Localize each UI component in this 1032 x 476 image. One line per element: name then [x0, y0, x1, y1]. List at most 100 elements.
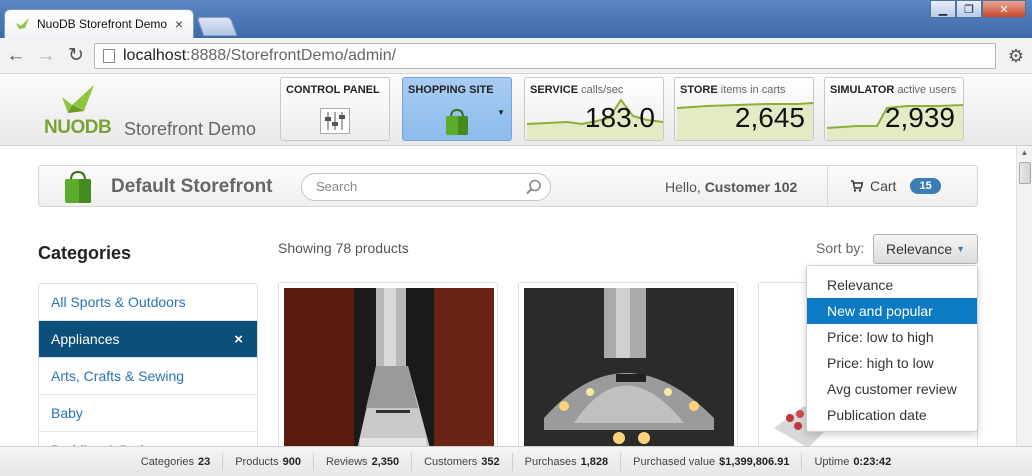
product-count: Showing 78 products: [278, 240, 409, 256]
page-icon: [103, 49, 115, 63]
url-text: localhost:8888/StorefrontDemo/admin/: [123, 47, 396, 65]
nuodb-logo[interactable]: NUODB Storefront Demo: [44, 83, 274, 141]
store-subtitle: items in carts: [720, 84, 786, 96]
stat-uptime: Uptime 0:23:42: [802, 453, 903, 471]
service-value: 183.0: [584, 102, 655, 133]
stat-value: $1,399,806.91: [719, 455, 790, 468]
stat-value: 0:23:42: [853, 455, 892, 468]
scroll-up-icon[interactable]: ▲: [1017, 146, 1032, 160]
category-item[interactable]: Baby: [39, 395, 257, 432]
stat-purchases: Purchases 1,828: [513, 452, 622, 471]
service-subtitle: calls/sec: [581, 84, 624, 96]
stat-customers: Customers 352: [412, 452, 513, 471]
store-tile[interactable]: STORE items in carts 2,645: [674, 77, 814, 141]
product-card[interactable]: [278, 282, 498, 463]
simulator-tile[interactable]: SIMULATOR active users 2,939: [824, 77, 964, 141]
sort-dropdown-button[interactable]: Relevance ▼: [873, 234, 978, 264]
bird-logo-icon: [62, 85, 94, 113]
stat-value: 1,828: [580, 455, 609, 468]
cart-label: Cart: [870, 178, 897, 194]
wrench-menu-icon[interactable]: ⚙: [1008, 46, 1024, 67]
search-box[interactable]: [301, 173, 551, 201]
categories-heading: Categories: [38, 243, 132, 263]
control-panel-title: CONTROL PANEL: [286, 84, 380, 96]
greeting-prefix: Hello,: [665, 179, 701, 195]
address-bar[interactable]: localhost:8888/StorefrontDemo/admin/: [94, 43, 996, 69]
store-title: STORE items in carts: [680, 84, 786, 96]
back-arrow-icon[interactable]: ←: [2, 42, 30, 70]
stat-value: 23: [197, 455, 211, 468]
cart-button[interactable]: Cart 15: [851, 178, 941, 194]
sort-option-new-and-popular[interactable]: New and popular: [807, 298, 977, 324]
simulator-title-text: SIMULATOR: [830, 84, 895, 96]
stat-products: Products 900: [223, 452, 314, 471]
url-path: :8888/StorefrontDemo/admin/: [186, 47, 397, 64]
window-controls: ▁ ❐ ✕: [930, 0, 1026, 18]
stat-value: 352: [481, 455, 500, 468]
cart-count-badge: 15: [910, 178, 941, 194]
simulator-value: 2,939: [884, 102, 955, 133]
simulator-subtitle: active users: [897, 84, 957, 96]
reload-icon[interactable]: ↻: [62, 42, 90, 70]
sort-option-relevance[interactable]: Relevance: [807, 272, 977, 298]
category-label: Appliances: [51, 331, 120, 347]
logo-text: Storefront Demo: [124, 119, 257, 139]
store-value: 2,645: [734, 102, 805, 133]
divider: [827, 166, 828, 206]
product-card[interactable]: [518, 282, 738, 463]
storefront-name: Default Storefront: [111, 176, 273, 197]
browser-tab[interactable]: NuoDB Storefront Demo ×: [4, 9, 194, 38]
shopping-bag-icon: [446, 108, 468, 135]
new-tab-button[interactable]: [196, 17, 238, 36]
sliders-icon: [320, 108, 350, 134]
minimize-button[interactable]: ▁: [930, 0, 956, 18]
product-image[interactable]: [284, 288, 494, 463]
product-image[interactable]: [524, 288, 734, 463]
chevron-down-icon[interactable]: ▼: [497, 108, 505, 117]
category-item[interactable]: Arts, Crafts & Sewing: [39, 358, 257, 395]
sort-option-publication-date[interactable]: Publication date: [807, 402, 977, 428]
vertical-scrollbar[interactable]: ▲: [1016, 146, 1032, 446]
shopping-site-tile[interactable]: SHOPPING SITE ▼: [402, 77, 512, 141]
status-bar: Categories 23 Products 900 Reviews 2,350 Cu…: [0, 446, 1032, 476]
service-tile[interactable]: SERVICE calls/sec 183.0: [524, 77, 664, 141]
control-panel-tile[interactable]: CONTROL PANEL: [280, 77, 390, 141]
search-input[interactable]: [316, 179, 516, 194]
stat-label: Reviews: [325, 455, 368, 468]
service-title: SERVICE calls/sec: [530, 84, 623, 96]
close-window-button[interactable]: ✕: [982, 0, 1026, 18]
stat-reviews: Reviews 2,350: [314, 452, 413, 471]
sort-option-price-low-high[interactable]: Price: low to high: [807, 324, 977, 350]
chevron-down-icon: ▼: [956, 244, 966, 254]
tab-title: NuoDB Storefront Demo: [37, 17, 168, 31]
tab-close-icon[interactable]: ×: [175, 16, 183, 32]
logo-brand: NUODB: [44, 117, 112, 138]
stat-label: Categories: [140, 455, 194, 468]
sort-option-avg-review[interactable]: Avg customer review: [807, 376, 977, 402]
category-item-active[interactable]: Appliances ×: [39, 321, 257, 358]
url-host: localhost: [123, 47, 187, 64]
maximize-button[interactable]: ❐: [956, 0, 982, 18]
browser-toolbar: ← → ↻ localhost:8888/StorefrontDemo/admi…: [0, 38, 1032, 74]
shopping-site-title: SHOPPING SITE: [408, 84, 494, 96]
stat-value: 2,350: [371, 455, 400, 468]
sort-dropdown-menu: Relevance New and popular Price: low to …: [806, 265, 978, 432]
sort-value: Relevance: [885, 241, 953, 257]
nuodb-favicon-icon: [16, 18, 29, 29]
sort-option-price-high-low[interactable]: Price: high to low: [807, 350, 977, 376]
scrollbar-thumb[interactable]: [1019, 162, 1031, 184]
stat-label: Purchased value: [633, 455, 716, 468]
cart-icon: [851, 180, 863, 192]
browser-titlebar: NuoDB Storefront Demo × ▁ ❐ ✕: [0, 0, 1032, 38]
search-icon[interactable]: [526, 179, 542, 195]
stat-label: Purchases: [524, 455, 577, 468]
storefront-bar: Default Storefront Hello, Customer 102 C…: [38, 165, 978, 207]
category-list: All Sports & Outdoors Appliances × Arts,…: [38, 283, 258, 470]
stat-label: Customers: [424, 455, 478, 468]
remove-filter-icon[interactable]: ×: [234, 331, 243, 348]
stat-categories: Categories 23: [129, 452, 224, 471]
forward-arrow-icon[interactable]: →: [32, 42, 60, 70]
customer-name[interactable]: Customer 102: [705, 179, 798, 195]
stat-label: Uptime: [814, 455, 850, 468]
category-item[interactable]: All Sports & Outdoors: [39, 284, 257, 321]
